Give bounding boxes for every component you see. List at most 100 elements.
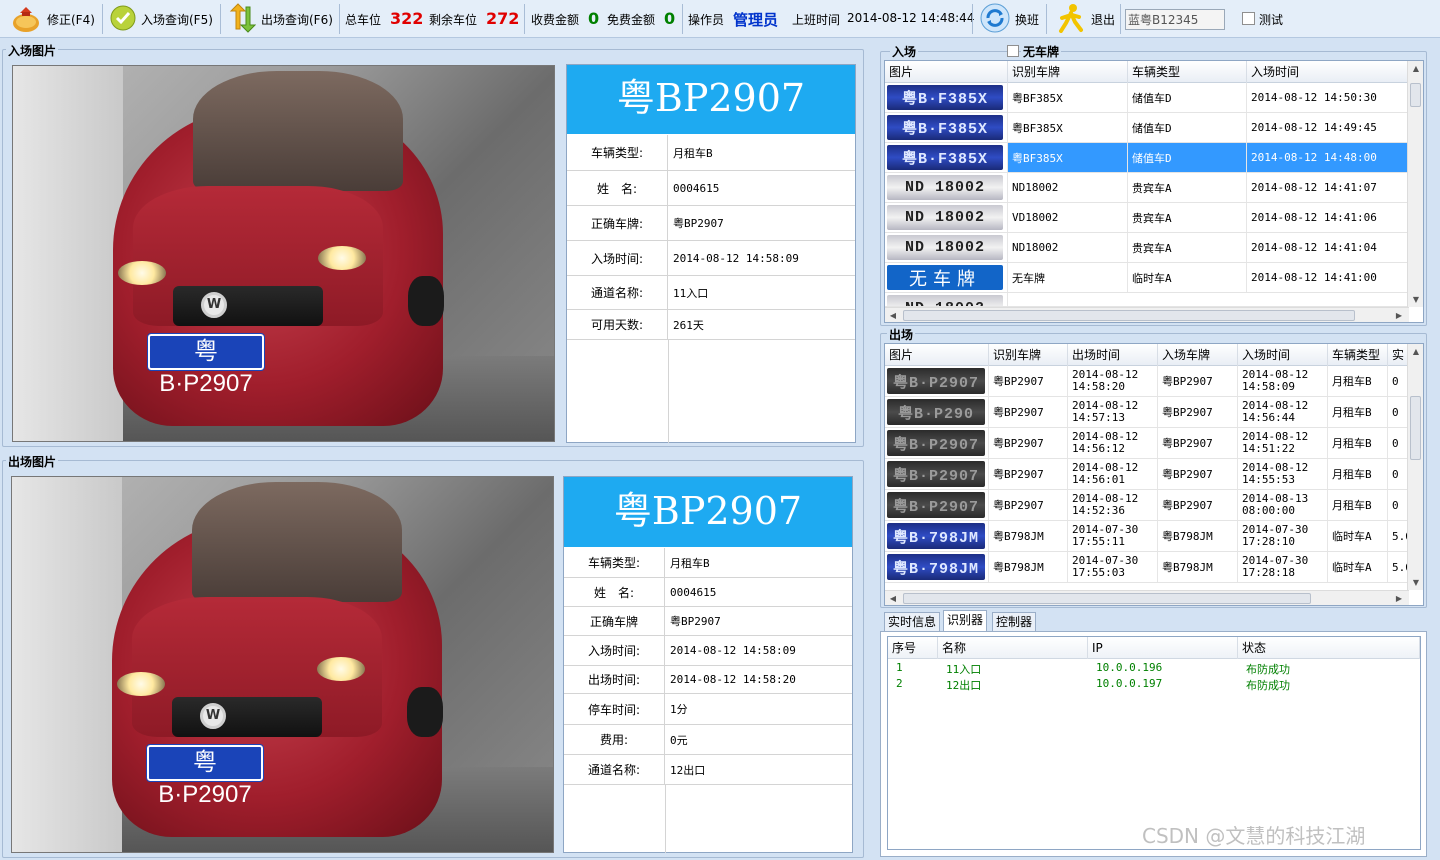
column-header[interactable]: 车辆类型 <box>1128 61 1247 83</box>
tab-recognizer[interactable]: 识别器 <box>943 610 988 632</box>
time-text: 14:56:12 <box>1072 442 1125 455</box>
horizontal-scrollbar[interactable]: ◀ ▶ <box>885 307 1409 322</box>
exit-time-cell: 2014-08-12 14:56:12 <box>1068 428 1158 458</box>
grille <box>172 697 322 737</box>
table-row[interactable]: ND 18002 VD18002 贵宾车A 2014-08-12 14:41:0… <box>885 203 1409 233</box>
column-header[interactable]: 入场车牌 <box>1158 344 1238 366</box>
column-header[interactable]: 序号 <box>888 637 938 659</box>
table-row[interactable]: 粤B·798JM 粤B798JM 2014-07-30 17:55:11 粤B79… <box>885 521 1409 552</box>
no-plate-label: 无车牌 <box>1021 43 1062 60</box>
vertical-scrollbar[interactable]: ▲ ▼ <box>1407 61 1423 307</box>
list-item[interactable]: 1 11入口 10.0.0.196 布防成功 <box>888 661 1420 677</box>
column-header[interactable]: 图片 <box>885 344 989 366</box>
column-header[interactable]: 名称 <box>938 637 1088 659</box>
table-row[interactable]: 粤B·F385X 粤BF385X 储值车D 2014-08-12 14:49:4… <box>885 113 1409 143</box>
horizontal-scrollbar[interactable]: ◀ ▶ <box>885 590 1409 605</box>
tab-realtime-info[interactable]: 实时信息 <box>884 612 941 631</box>
plate-cell: 粤BP2907 <box>989 366 1068 396</box>
exit-query-button[interactable]: 出场查询(F6) <box>224 2 337 35</box>
thumbnail-cell: 粤B·798JM <box>885 552 989 582</box>
scroll-down-icon[interactable]: ▼ <box>1408 578 1423 587</box>
toolbar-separator <box>524 4 525 34</box>
wheel <box>408 276 444 326</box>
paid-cell: 5.0 <box>1388 521 1409 551</box>
info-value: 0004615 <box>670 585 717 599</box>
plate-cell: 粤BF385X <box>1008 143 1128 172</box>
exit-time-cell: 2014-08-12 14:56:01 <box>1068 459 1158 489</box>
type-cell: 月租车B <box>1328 459 1388 489</box>
table-row[interactable]: ND 18002 <box>885 293 1409 307</box>
scrollbar-thumb[interactable] <box>1410 83 1421 107</box>
table-row[interactable]: 无车牌 无车牌 临时车A 2014-08-12 14:41:00 <box>885 263 1409 293</box>
table-row[interactable]: ND 18002 ND18002 贵宾车A 2014-08-12 14:41:0… <box>885 233 1409 263</box>
time-text: 14:55:53 <box>1242 473 1295 486</box>
entry-photo: W 粤B·P2907 <box>12 65 555 442</box>
tab-controller[interactable]: 控制器 <box>992 612 1037 631</box>
device-ip: 10.0.0.196 <box>1096 661 1163 674</box>
thumbnail-cell: 粤B·F385X <box>885 83 1008 112</box>
info-key: 车辆类型: <box>564 548 665 577</box>
table-row[interactable]: 粤B·P2907 粤BP2907 2014-08-12 14:56:01 粤BP2… <box>885 459 1409 490</box>
time-cell: 2014-08-12 14:41:07 <box>1247 173 1409 202</box>
list-item[interactable]: 2 12出口 10.0.0.197 布防成功 <box>888 677 1420 693</box>
fix-button[interactable]: 修正(F4) <box>6 3 99 35</box>
scrollbar-thumb[interactable] <box>903 593 1311 604</box>
scroll-down-icon[interactable]: ▼ <box>1408 295 1423 304</box>
scroll-left-icon[interactable]: ◀ <box>885 311 901 320</box>
plate-cell: 粤BF385X <box>1008 83 1128 112</box>
column-header[interactable]: 状态 <box>1238 637 1420 659</box>
time-text: 14:56:44 <box>1242 411 1295 424</box>
thumbnail-cell: ND 18002 <box>885 203 1008 232</box>
column-header[interactable]: 识别车牌 <box>1008 61 1128 83</box>
test-checkbox[interactable] <box>1242 12 1255 25</box>
column-header[interactable]: 车辆类型 <box>1328 344 1388 366</box>
charge-label: 收费金额 <box>531 13 580 27</box>
time-cell: 2014-08-12 14:41:06 <box>1247 203 1409 232</box>
thumbnail-cell: ND 18002 <box>885 233 1008 262</box>
scroll-up-icon[interactable]: ▲ <box>1408 347 1423 356</box>
table-row[interactable]: 粤B·F385X 粤BF385X 储值车D 2014-08-12 14:50:3… <box>885 83 1409 113</box>
change-shift-button[interactable]: 换班 <box>976 3 1043 35</box>
column-header[interactable]: 入场时间 <box>1247 61 1409 83</box>
table-row[interactable]: 粤B·P2907 粤BP2907 2014-08-12 14:52:36 粤BP2… <box>885 490 1409 521</box>
column-header[interactable]: 出场时间 <box>1068 344 1158 366</box>
no-plate-checkbox[interactable] <box>1007 45 1019 57</box>
toolbar-separator <box>339 4 340 34</box>
scroll-right-icon[interactable]: ▶ <box>1391 311 1407 320</box>
column-header[interactable]: IP <box>1088 637 1238 659</box>
table-row[interactable]: ND 18002 ND18002 贵宾车A 2014-08-12 14:41:0… <box>885 173 1409 203</box>
headlight-right <box>318 246 366 270</box>
exit-time-cell: 2014-08-12 14:57:13 <box>1068 397 1158 427</box>
table-row[interactable]: 粤B·798JM 粤B798JM 2014-07-30 17:55:03 粤B79… <box>885 552 1409 583</box>
car-plate: 粤B·P2907 <box>146 744 264 808</box>
scroll-right-icon[interactable]: ▶ <box>1391 594 1407 603</box>
time-text: 14:52:36 <box>1072 504 1125 517</box>
plate-input[interactable] <box>1125 9 1225 30</box>
plate-thumbnail: ND 18002 <box>887 175 1003 200</box>
info-value: 0元 <box>670 733 688 747</box>
table-row[interactable]: 粤B·P290 粤BP2907 2014-08-12 14:57:13 粤BP29… <box>885 397 1409 428</box>
scrollbar-thumb[interactable] <box>1410 396 1421 460</box>
info-value: 2014-08-12 14:58:09 <box>673 251 799 265</box>
scrollbar-thumb[interactable] <box>903 310 1355 321</box>
entry-query-button[interactable]: 入场查询(F5) <box>106 3 217 35</box>
info-key: 车辆类型: <box>567 135 668 170</box>
car-plate: 粤B·P2907 <box>147 333 265 397</box>
column-header[interactable]: 图片 <box>885 61 1008 83</box>
scroll-up-icon[interactable]: ▲ <box>1408 64 1423 73</box>
table-row[interactable]: 粤B·P2907 粤BP2907 2014-08-12 14:58:20 粤BP2… <box>885 366 1409 397</box>
exit-time-cell: 2014-07-30 17:55:03 <box>1068 552 1158 582</box>
exit-time-cell: 2014-08-12 14:58:20 <box>1068 366 1158 396</box>
table-row[interactable]: 粤B·P2907 粤BP2907 2014-08-12 14:56:12 粤BP2… <box>885 428 1409 459</box>
operator-value: 管理员 <box>733 11 779 29</box>
scroll-left-icon[interactable]: ◀ <box>885 594 901 603</box>
table-row-selected[interactable]: 粤B·F385X 粤BF385X 储值车D 2014-08-12 14:48:0… <box>885 143 1409 173</box>
column-header[interactable]: 识别车牌 <box>989 344 1068 366</box>
time-text: 08:00:00 <box>1242 504 1295 517</box>
column-header[interactable]: 入场时间 <box>1238 344 1328 366</box>
column-header[interactable]: 实 <box>1388 344 1409 366</box>
vertical-scrollbar[interactable]: ▲ ▼ <box>1407 344 1423 590</box>
exit-button[interactable]: 退出 <box>1052 3 1119 35</box>
toolbar-separator <box>972 4 973 34</box>
info-value: 2014-08-12 14:58:20 <box>670 673 796 686</box>
